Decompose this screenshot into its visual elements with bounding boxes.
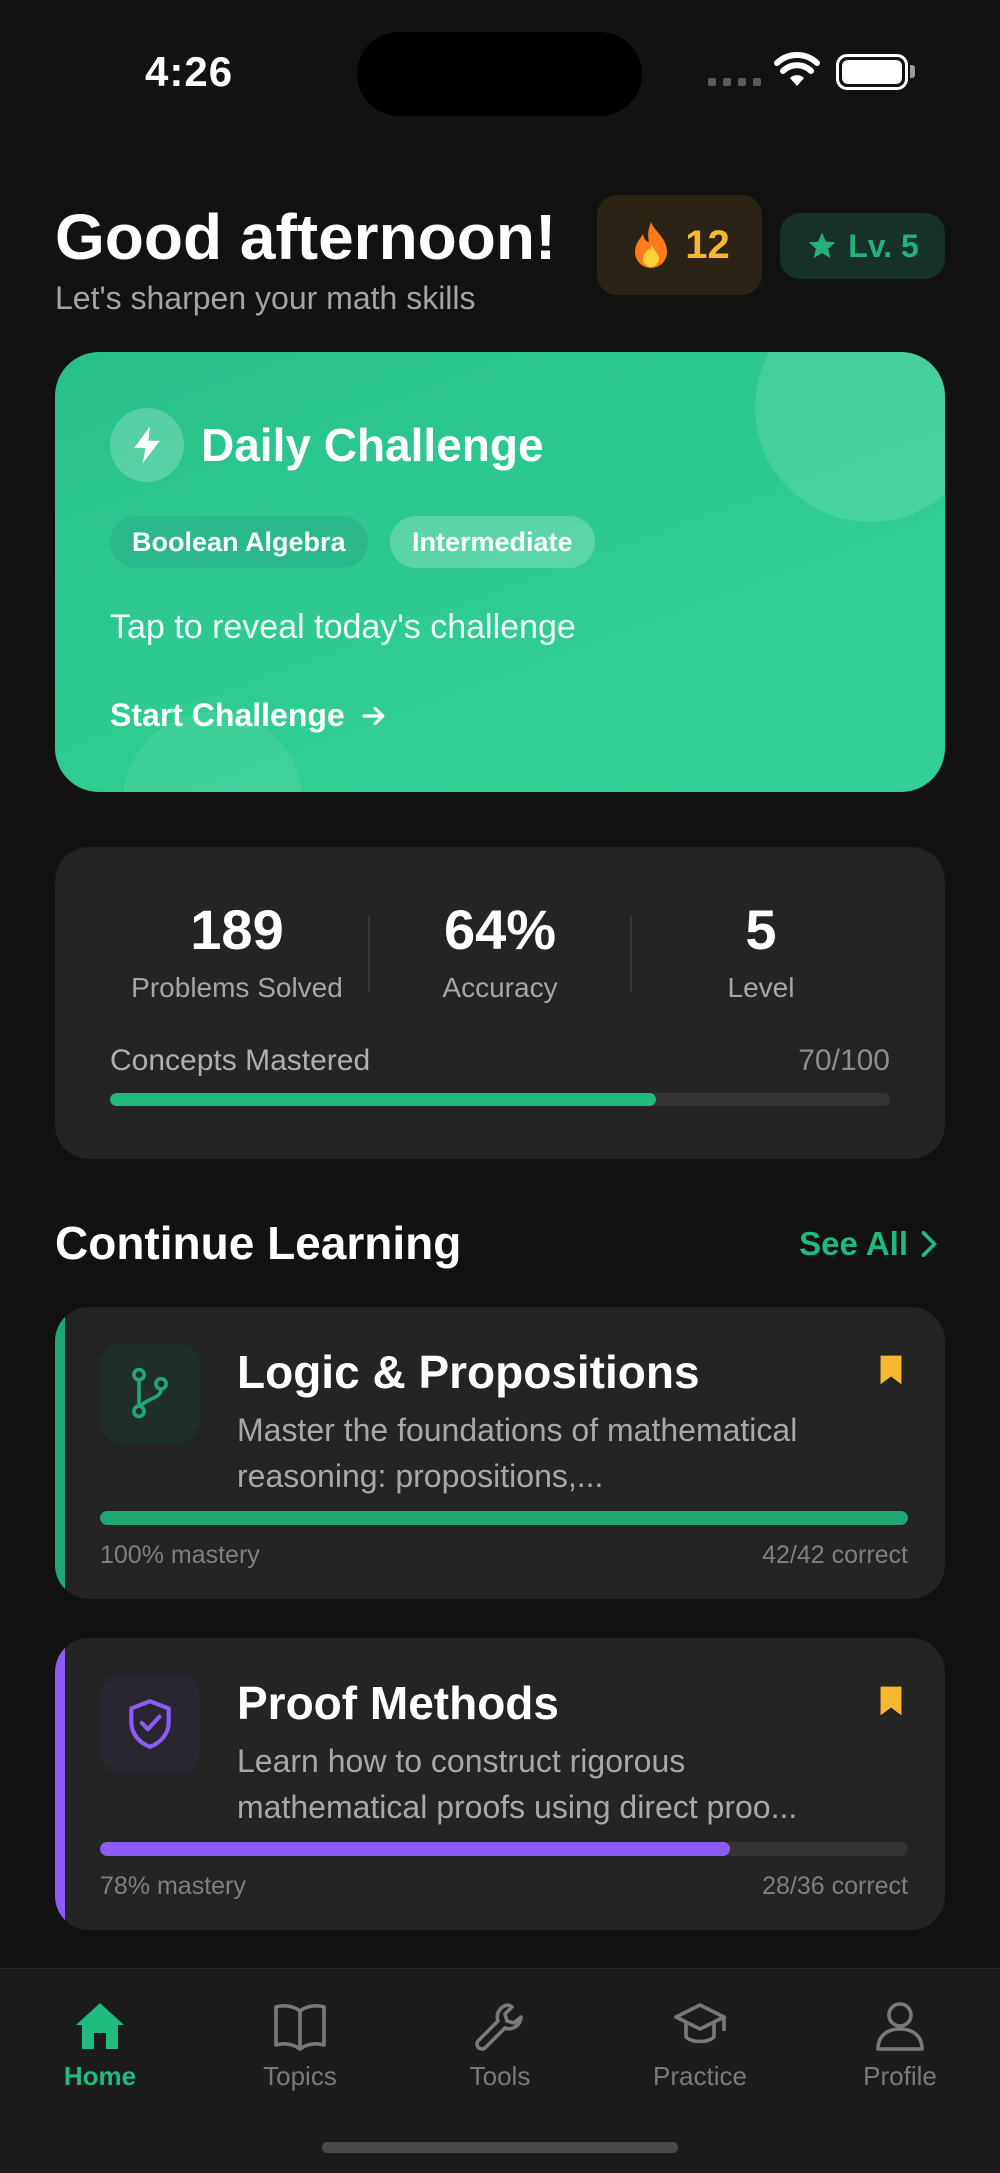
cellular-signal-icon <box>708 78 761 86</box>
course-progress-fill <box>100 1511 908 1525</box>
person-icon <box>876 2002 924 2051</box>
bookmark-icon[interactable] <box>877 1684 905 1718</box>
course-mastery: 78% mastery <box>100 1872 246 1900</box>
tab-label: Topics <box>263 2061 337 2091</box>
tab-practice[interactable]: Practice <box>620 1999 780 2092</box>
course-card-proof-methods[interactable]: Proof Methods Learn how to construct rig… <box>55 1638 945 1930</box>
home-icon <box>76 2003 124 2049</box>
stat-accuracy: 64% Accuracy <box>380 897 620 1004</box>
tab-label: Home <box>63 2061 137 2091</box>
level-badge[interactable]: Lv. 5 <box>780 213 945 279</box>
course-correct-count: 42/42 correct <box>762 1541 908 1569</box>
course-title: Logic & Propositions <box>237 1346 700 1398</box>
concepts-mastered-count: 70/100 <box>798 1044 890 1077</box>
course-card-logic[interactable]: Logic & Propositions Master the foundati… <box>55 1307 945 1599</box>
stat-problems-solved: 189 Problems Solved <box>117 897 357 1004</box>
topic-chip: Boolean Algebra <box>110 516 368 568</box>
concepts-progress-bar <box>110 1093 890 1106</box>
tab-home[interactable]: Home <box>20 1999 180 2092</box>
daily-challenge-card[interactable]: Daily Challenge Boolean Algebra Intermed… <box>55 352 945 792</box>
stat-value: 5 <box>745 898 777 961</box>
stat-label: Problems Solved <box>131 972 343 1003</box>
branch-icon <box>100 1343 200 1443</box>
course-title: Proof Methods <box>237 1677 559 1729</box>
greeting-subtitle: Let's sharpen your math skills <box>55 280 476 316</box>
arrow-right-icon <box>362 706 385 725</box>
fire-icon <box>635 222 668 268</box>
stat-value: 189 <box>190 898 284 961</box>
tab-profile[interactable]: Profile <box>820 1999 980 2092</box>
wrench-icon <box>475 2003 523 2051</box>
difficulty-chip: Intermediate <box>390 516 595 568</box>
streak-count: 12 <box>685 222 730 267</box>
tab-label: Profile <box>863 2061 937 2091</box>
status-bar: 4:26 <box>0 0 1000 130</box>
divider <box>368 915 370 991</box>
greeting-title: Good afternoon! <box>55 201 557 273</box>
section-title: Continue Learning <box>55 1217 462 1269</box>
start-challenge-label: Start Challenge <box>110 697 345 733</box>
graduation-cap-icon <box>674 2003 726 2044</box>
concepts-progress-fill <box>110 1093 656 1106</box>
status-time: 4:26 <box>145 48 234 95</box>
start-challenge-button[interactable]: Start Challenge <box>110 697 389 734</box>
course-description: Learn how to construct rigorous mathemat… <box>237 1743 798 1825</box>
stats-card: 189 Problems Solved 64% Accuracy 5 Level… <box>55 847 945 1159</box>
battery-cap <box>910 65 915 78</box>
stat-label: Accuracy <box>442 972 558 1003</box>
home-indicator <box>322 2142 678 2153</box>
tab-label: Tools <box>469 2061 531 2091</box>
course-mastery: 100% mastery <box>100 1541 260 1569</box>
chevron-right-icon <box>921 1230 937 1258</box>
lightning-icon <box>110 408 184 482</box>
book-icon <box>274 2004 326 2051</box>
stat-label: Level <box>727 972 795 1003</box>
tab-tools[interactable]: Tools <box>420 1999 580 2092</box>
course-progress-bar <box>100 1511 908 1525</box>
tab-topics[interactable]: Topics <box>220 1999 380 2092</box>
stat-value: 64% <box>443 898 557 961</box>
course-progress-fill <box>100 1842 731 1856</box>
stat-level: 5 Level <box>641 897 881 1004</box>
divider <box>630 915 632 991</box>
star-icon <box>808 232 836 258</box>
decorative-circle <box>755 352 945 522</box>
dynamic-island <box>357 32 642 116</box>
course-correct-count: 28/36 correct <box>762 1872 908 1900</box>
course-description: Master the foundations of mathematical r… <box>237 1412 798 1494</box>
battery-icon <box>836 54 908 90</box>
course-progress-bar <box>100 1842 908 1856</box>
wifi-icon <box>774 52 820 86</box>
shield-check-icon <box>100 1674 200 1774</box>
tab-label: Practice <box>653 2061 747 2091</box>
course-accent-bar <box>55 1638 65 1930</box>
course-accent-bar <box>55 1307 65 1599</box>
streak-badge[interactable]: 12 <box>597 195 762 295</box>
concepts-mastered-label: Concepts Mastered <box>110 1044 371 1077</box>
challenge-title: Daily Challenge <box>201 419 544 471</box>
see-all-label: See All <box>799 1225 908 1262</box>
level-label: Lv. 5 <box>848 227 919 264</box>
see-all-link[interactable]: See All <box>799 1225 938 1263</box>
bookmark-icon[interactable] <box>877 1353 905 1387</box>
challenge-prompt: Tap to reveal today's challenge <box>110 608 576 646</box>
